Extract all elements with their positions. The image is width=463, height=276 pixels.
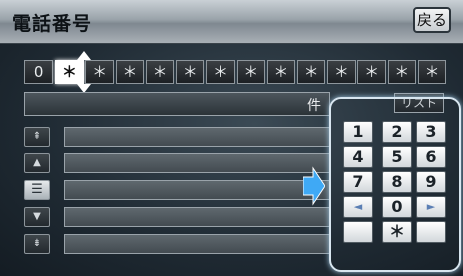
page-up-button[interactable]: ⇞ <box>24 127 50 147</box>
phone-number-display: 0 ＊ ＊ ＊ ＊ ＊ ＊ ＊ ＊ ＊ ＊ ＊ ＊ ＊ <box>24 60 448 84</box>
cursor-right-button[interactable]: ► <box>416 196 446 218</box>
key-8[interactable]: 8 <box>382 171 412 193</box>
digit-cell[interactable]: ＊ <box>236 60 265 84</box>
key-0[interactable]: 0 <box>382 196 412 218</box>
keypad: 1 2 3 4 5 6 7 8 9 ◄ 0 ► ＊ <box>329 97 461 272</box>
menu-icon[interactable]: ☰ <box>24 180 50 200</box>
key-1[interactable]: 1 <box>343 121 373 143</box>
cursor-left-button[interactable]: ◄ <box>343 196 373 218</box>
list-row[interactable] <box>64 180 330 200</box>
key-9[interactable]: 9 <box>416 171 446 193</box>
key-asterisk[interactable]: ＊ <box>382 221 412 243</box>
key-2[interactable]: 2 <box>382 121 412 143</box>
scroll-up-button[interactable]: ▲ <box>24 153 50 173</box>
cursor-caret-up-icon <box>77 51 91 60</box>
list-row[interactable] <box>64 207 330 227</box>
blank-key[interactable] <box>343 221 373 243</box>
back-button[interactable]: 戻る <box>413 7 451 33</box>
digit-cell[interactable]: ＊ <box>417 60 447 84</box>
blank-key[interactable] <box>416 221 446 243</box>
result-count-bar: 件 <box>24 92 330 116</box>
digit-cell[interactable]: ＊ <box>176 60 205 84</box>
key-5[interactable]: 5 <box>382 146 412 168</box>
digit-cell-active[interactable]: ＊ <box>55 60 84 84</box>
digit-cell[interactable]: ＊ <box>85 60 114 84</box>
digit-cell[interactable]: ＊ <box>327 60 356 84</box>
title-bar: 電話番号 戻る <box>0 0 463 44</box>
key-4[interactable]: 4 <box>343 146 373 168</box>
scroll-down-button[interactable]: ▼ <box>24 207 50 227</box>
key-7[interactable]: 7 <box>343 171 373 193</box>
digit-cell[interactable]: ＊ <box>115 60 145 84</box>
arrow-right-icon <box>303 166 325 206</box>
digit-cell[interactable]: ＊ <box>296 60 326 84</box>
page-down-button[interactable]: ⇟ <box>24 234 50 254</box>
digit-cell[interactable]: ＊ <box>206 60 235 84</box>
digit-cell[interactable]: ＊ <box>266 60 296 84</box>
key-6[interactable]: 6 <box>416 146 446 168</box>
digit-cell[interactable]: 0 <box>24 60 54 84</box>
count-label: 件 <box>307 98 321 114</box>
page-title: 電話番号 <box>12 13 93 35</box>
list-row[interactable] <box>64 127 330 147</box>
digit-cell[interactable]: ＊ <box>387 60 417 84</box>
digit-cell[interactable]: ＊ <box>145 60 175 84</box>
key-3[interactable]: 3 <box>416 121 446 143</box>
digit-cell[interactable]: ＊ <box>357 60 386 84</box>
list-row[interactable] <box>64 234 330 254</box>
list-row[interactable] <box>64 153 330 173</box>
